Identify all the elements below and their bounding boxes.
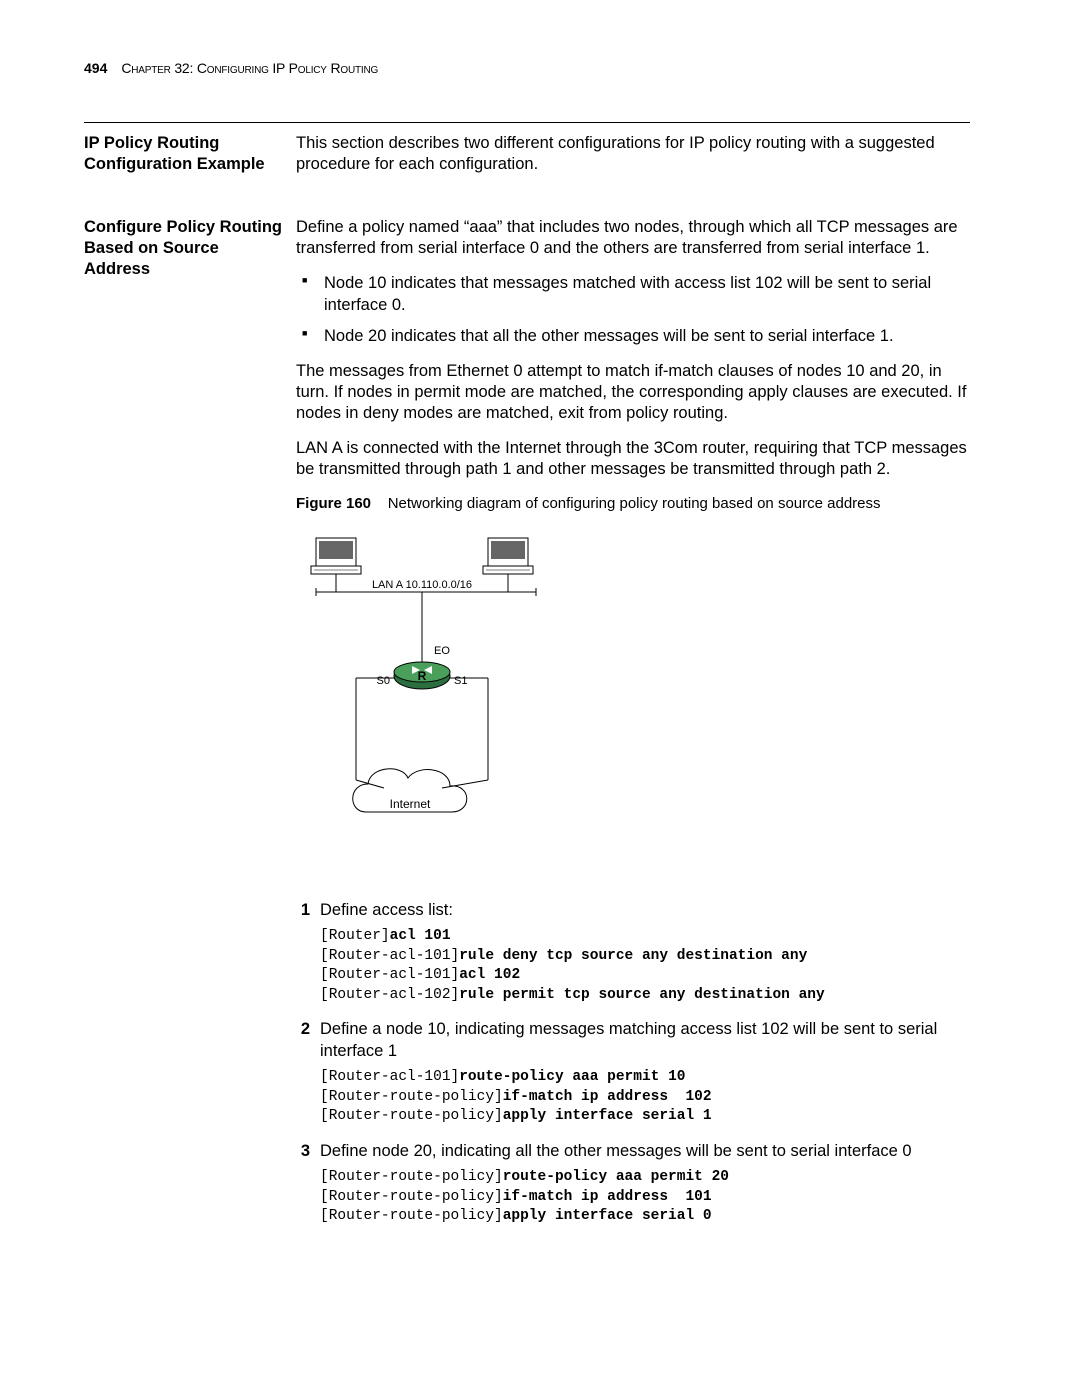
router-label: R	[418, 669, 427, 683]
step-number: 2	[296, 1019, 310, 1040]
step-text: Define node 20, indicating all the other…	[320, 1141, 912, 1162]
step-number: 1	[296, 900, 310, 921]
section-intro: This section describes two different con…	[296, 133, 970, 189]
step-text: Define access list:	[320, 900, 453, 921]
step-text: Define a node 10, indicating messages ma…	[320, 1019, 970, 1062]
running-header: 494 Chapter 32: Configuring IP Policy Ro…	[84, 60, 970, 76]
pc-icon	[311, 538, 361, 574]
paragraph-1: Define a policy named “aaa” that include…	[296, 217, 970, 259]
s0-label: S0	[377, 675, 390, 687]
subsection-body: Define a policy named “aaa” that include…	[296, 217, 970, 1241]
page: 494 Chapter 32: Configuring IP Policy Ro…	[0, 0, 1080, 1329]
diagram-svg: LAN A 10.110.0.0/16 EO R S0 S1	[296, 530, 606, 870]
network-diagram: LAN A 10.110.0.0/16 EO R S0 S1	[296, 530, 970, 876]
section-intro-row: IP Policy Routing Configuration Example …	[84, 133, 970, 189]
bullet-list: Node 10 indicates that messages matched …	[296, 273, 970, 346]
internet-label: Internet	[390, 797, 431, 811]
step-1: 1 Define access list: [Router]acl 101 [R…	[296, 900, 970, 1006]
step-2: 2 Define a node 10, indicating messages …	[296, 1019, 970, 1127]
bullet-item: Node 10 indicates that messages matched …	[296, 273, 970, 315]
paragraph-2: The messages from Ethernet 0 attempt to …	[296, 361, 970, 424]
lan-label: LAN A 10.110.0.0/16	[372, 579, 472, 591]
intro-paragraph: This section describes two different con…	[296, 133, 970, 175]
step-3: 3 Define node 20, indicating all the oth…	[296, 1141, 970, 1227]
figure-caption-text: Networking diagram of configuring policy…	[388, 495, 881, 512]
pc-icon	[483, 538, 533, 574]
s1-label: S1	[454, 675, 467, 687]
figure-caption: Figure 160 Networking diagram of configu…	[296, 494, 970, 513]
step-number: 3	[296, 1141, 310, 1162]
figure-label: Figure 160	[296, 495, 371, 512]
subsection-heading: Configure Policy Routing Based on Source…	[84, 217, 284, 1241]
section-rule	[84, 122, 970, 123]
page-number: 494	[84, 60, 107, 76]
paragraph-3: LAN A is connected with the Internet thr…	[296, 438, 970, 480]
bullet-item: Node 20 indicates that all the other mes…	[296, 326, 970, 347]
code-block: [Router-route-policy]route-policy aaa pe…	[320, 1168, 970, 1227]
e0-label: EO	[434, 645, 450, 657]
cloud-icon: Internet	[353, 768, 467, 811]
section-heading: IP Policy Routing Configuration Example	[84, 133, 284, 189]
code-block: [Router-acl-101]route-policy aaa permit …	[320, 1068, 970, 1127]
chapter-title: Chapter 32: Configuring IP Policy Routin…	[121, 60, 378, 76]
code-block: [Router]acl 101 [Router-acl-101]rule den…	[320, 927, 970, 1005]
subsection-row: Configure Policy Routing Based on Source…	[84, 217, 970, 1241]
